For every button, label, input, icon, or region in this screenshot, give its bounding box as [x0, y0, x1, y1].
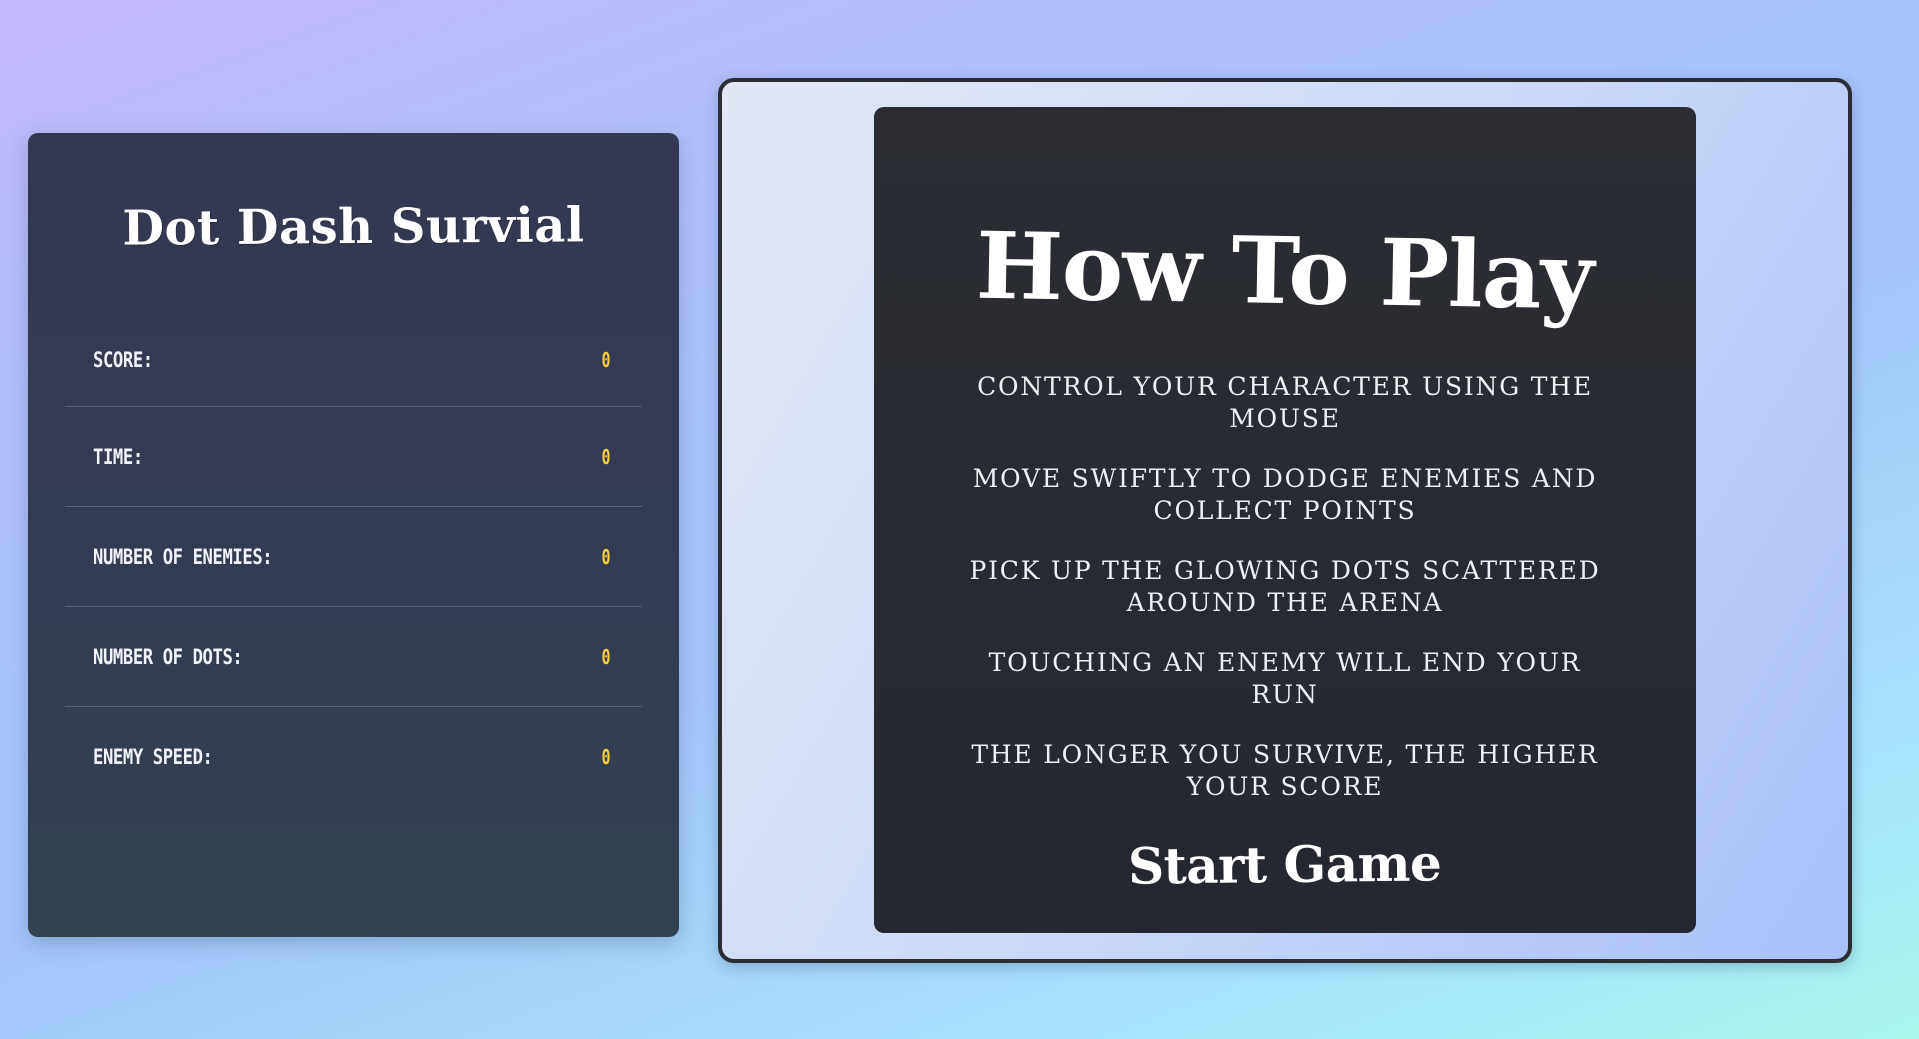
stat-value: 0 [601, 347, 611, 372]
instruction-item: CONTROL YOUR CHARACTER USING THE MOUSE [977, 372, 1593, 433]
stat-value: 0 [601, 745, 611, 769]
stats-panel: Dot Dash Survial SCORE: 0 TIME: 0 NUMBER… [28, 133, 679, 937]
how-to-play-card: How To Play CONTROL YOUR CHARACTER USING… [874, 107, 1696, 933]
stat-row-time: TIME: 0 [65, 407, 642, 507]
how-to-play-title: How To Play [975, 211, 1595, 331]
game-board[interactable]: How To Play CONTROL YOUR CHARACTER USING… [718, 78, 1852, 963]
stat-label: NUMBER OF DOTS: [93, 644, 243, 669]
stat-label: NUMBER OF ENEMIES: [93, 544, 273, 569]
stat-label: SCORE: [93, 347, 153, 372]
stat-row-score: SCORE: 0 [65, 313, 642, 407]
stat-value: 0 [601, 544, 611, 569]
start-game-button[interactable]: Start Game [1128, 833, 1442, 895]
instruction-item: PICK UP THE GLOWING DOTS SCATTERED AROUN… [969, 556, 1601, 617]
stat-row-dots: NUMBER OF DOTS: 0 [65, 607, 642, 707]
stat-value: 0 [601, 444, 611, 469]
stat-value: 0 [601, 644, 611, 669]
stat-label: TIME: [93, 444, 143, 469]
instructions-list: CONTROL YOUR CHARACTER USING THE MOUSE M… [965, 371, 1605, 803]
instruction-item: THE LONGER YOU SURVIVE, THE HIGHER YOUR … [971, 740, 1599, 801]
instruction-item: MOVE SWIFTLY TO DODGE ENEMIES AND COLLEC… [972, 464, 1598, 525]
instruction-item: TOUCHING AN ENEMY WILL END YOUR RUN [988, 648, 1582, 709]
stat-row-enemies: NUMBER OF ENEMIES: 0 [65, 507, 642, 607]
stat-label: ENEMY SPEED: [93, 745, 213, 769]
stat-row-enemy-speed: ENEMY SPEED: 0 [65, 707, 642, 807]
game-title: Dot Dash Survial [122, 197, 585, 257]
